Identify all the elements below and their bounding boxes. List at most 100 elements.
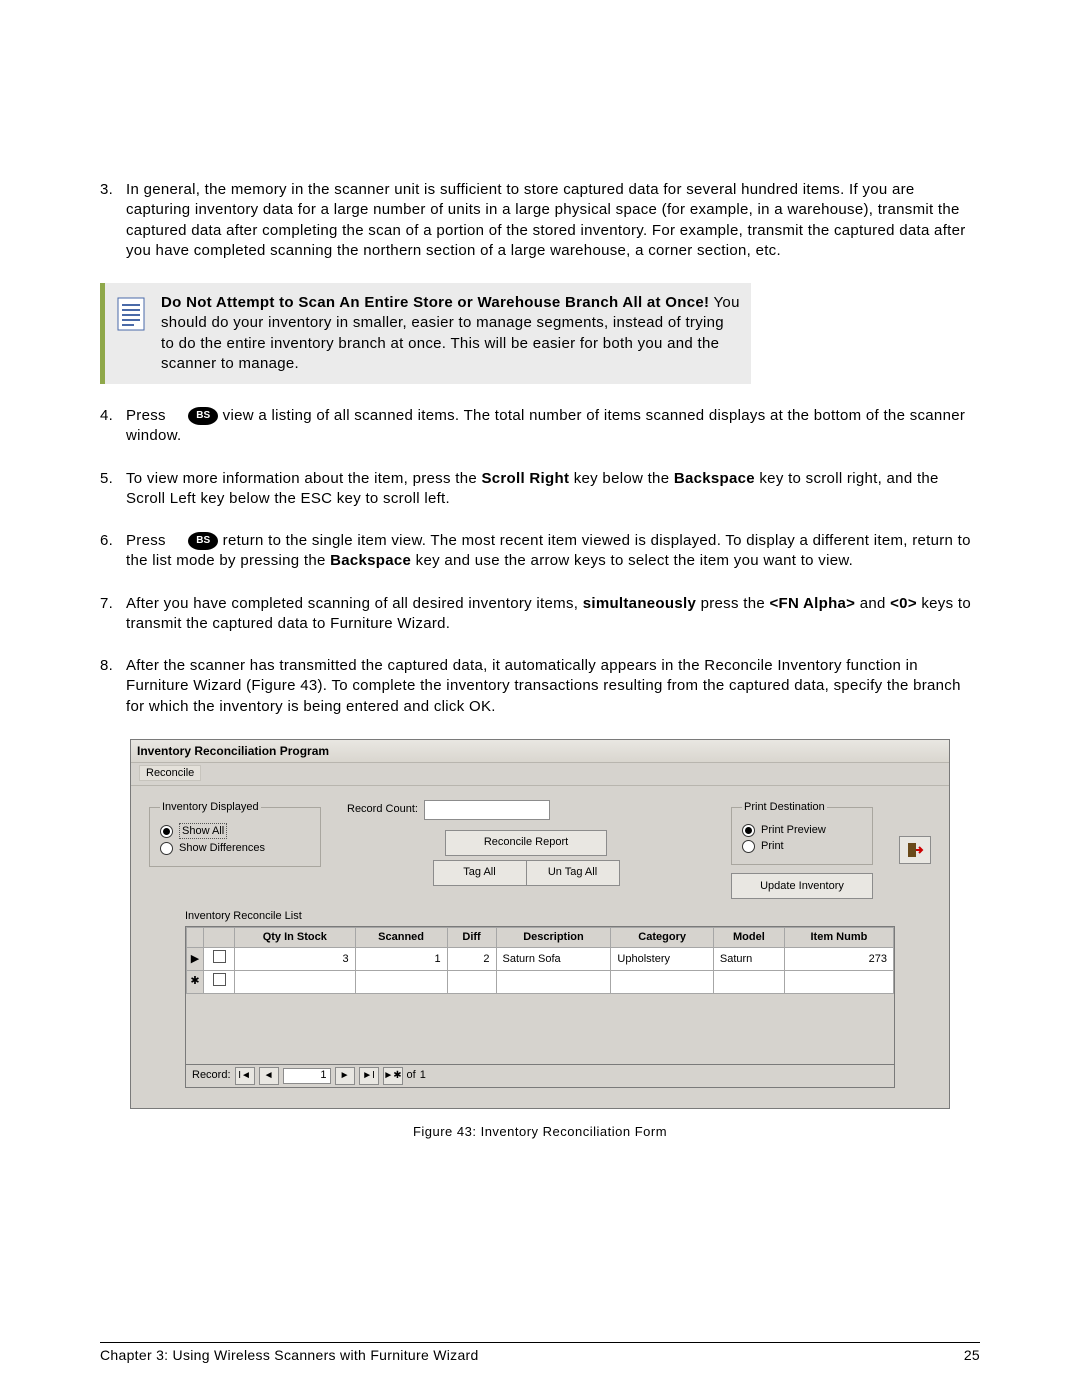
note-icon (117, 297, 145, 331)
bs-key-icon: BS (188, 532, 218, 550)
exit-button[interactable] (899, 836, 931, 864)
radio-icon (742, 824, 755, 837)
radio-label: Show All (179, 823, 227, 840)
cell-item-number: 273 (784, 948, 893, 971)
exit-door-icon (906, 841, 924, 859)
reconcile-window: Inventory Reconciliation Program Reconci… (130, 739, 950, 1109)
text: Backspace (330, 552, 411, 569)
text: view a listing of all scanned items. The… (126, 407, 965, 444)
groupbox-print-destination: Print Destination Print Preview Print (731, 800, 873, 866)
nav-current-record[interactable]: 1 (283, 1068, 331, 1084)
record-count-label: Record Count: (347, 802, 418, 817)
col-model[interactable]: Model (713, 928, 784, 948)
footer-page-number: 25 (964, 1347, 980, 1363)
untag-all-button[interactable]: Un Tag All (526, 860, 620, 886)
step-num: 8. (100, 656, 126, 717)
step-num: 4. (100, 406, 126, 447)
recnav-label: Record: (192, 1068, 231, 1083)
recnav-of: of (407, 1068, 416, 1083)
menu-reconcile[interactable]: Reconcile (139, 765, 201, 781)
note-text: Do Not Attempt to Scan An Entire Store o… (161, 289, 751, 378)
grid-empty-area (186, 994, 894, 1064)
text: To view more information about the item,… (126, 470, 481, 487)
col-category[interactable]: Category (611, 928, 713, 948)
table-row-new[interactable]: ✱ (187, 970, 894, 993)
menubar: Reconcile (131, 763, 949, 786)
text: and (855, 595, 890, 612)
window-title: Inventory Reconciliation Program (131, 740, 949, 763)
step-body: After you have completed scanning of all… (126, 594, 980, 635)
step-num: 3. (100, 180, 126, 261)
step-body: To view more information about the item,… (126, 469, 980, 510)
radio-show-differences[interactable]: Show Differences (160, 841, 310, 856)
nav-next-button[interactable]: ► (335, 1067, 355, 1085)
col-scanned[interactable]: Scanned (355, 928, 447, 948)
radio-icon (160, 825, 173, 838)
step-body: In general, the memory in the scanner un… (126, 180, 980, 261)
radio-icon (742, 840, 755, 853)
text: Press (126, 407, 170, 424)
col-qty[interactable]: Qty In Stock (235, 928, 356, 948)
radio-label: Print Preview (761, 823, 826, 838)
nav-prev-button[interactable]: ◄ (259, 1067, 279, 1085)
step-num: 5. (100, 469, 126, 510)
radio-label: Show Differences (179, 841, 265, 856)
nav-last-button[interactable]: ►I (359, 1067, 379, 1085)
reconcile-report-button[interactable]: Reconcile Report (445, 830, 607, 856)
recnav-total: 1 (420, 1068, 426, 1083)
figure-caption: Figure 43: Inventory Reconciliation Form (130, 1123, 950, 1141)
step-5: 5. To view more information about the it… (100, 469, 980, 510)
step-num: 7. (100, 594, 126, 635)
table-row[interactable]: ▶ 3 1 2 Saturn Sofa Upholstery Saturn 27… (187, 948, 894, 971)
text: <0> (890, 595, 917, 612)
col-description[interactable]: Description (496, 928, 611, 948)
note-lead: Do Not Attempt to Scan An Entire Store o… (161, 294, 709, 311)
text: Scroll Right (481, 470, 569, 487)
step-body: After the scanner has transmitted the ca… (126, 656, 980, 717)
text: simultaneously (583, 595, 696, 612)
radio-icon (160, 842, 173, 855)
cell-description: Saturn Sofa (496, 948, 611, 971)
record-count-input[interactable] (424, 800, 550, 820)
grid-tag-header (204, 928, 235, 948)
step-body: Press BS view a listing of all scanned i… (126, 406, 980, 447)
radio-label: Print (761, 839, 784, 854)
radio-print-preview[interactable]: Print Preview (742, 823, 862, 838)
cell-diff: 2 (447, 948, 496, 971)
group-legend: Print Destination (742, 800, 827, 815)
radio-show-all[interactable]: Show All (160, 823, 310, 840)
step-7: 7. After you have completed scanning of … (100, 594, 980, 635)
group-legend: Inventory Displayed (160, 800, 261, 815)
col-diff[interactable]: Diff (447, 928, 496, 948)
groupbox-inventory-displayed: Inventory Displayed Show All Show Differ… (149, 800, 321, 868)
reconcile-grid: Qty In Stock Scanned Diff Description Ca… (185, 926, 895, 1065)
text: Backspace (674, 470, 755, 487)
nav-new-button[interactable]: ►✱ (383, 1067, 403, 1085)
text: key below the (569, 470, 674, 487)
step-3: 3. In general, the memory in the scanner… (100, 180, 980, 261)
figure-43: Inventory Reconciliation Program Reconci… (130, 739, 950, 1140)
tag-all-button[interactable]: Tag All (433, 860, 526, 886)
col-item-number[interactable]: Item Numb (784, 928, 893, 948)
row-tag-checkbox[interactable] (204, 948, 235, 971)
step-4: 4. Press BS view a listing of all scanne… (100, 406, 980, 447)
grid-corner (187, 928, 204, 948)
text: <FN Alpha> (769, 595, 855, 612)
row-selector-icon: ▶ (187, 948, 204, 971)
radio-print[interactable]: Print (742, 839, 862, 854)
bs-key-icon: BS (188, 407, 218, 425)
footer-chapter: Chapter 3: Using Wireless Scanners with … (100, 1347, 479, 1363)
row-tag-checkbox[interactable] (204, 970, 235, 993)
step-6: 6. Press BS return to the single item vi… (100, 531, 980, 572)
cell-category: Upholstery (611, 948, 713, 971)
note-callout: Do Not Attempt to Scan An Entire Store o… (100, 283, 751, 384)
step-body: Press BS return to the single item view.… (126, 531, 980, 572)
text: Press (126, 532, 170, 549)
step-8: 8. After the scanner has transmitted the… (100, 656, 980, 717)
text: After you have completed scanning of all… (126, 595, 583, 612)
update-inventory-button[interactable]: Update Inventory (731, 873, 873, 899)
nav-first-button[interactable]: I◄ (235, 1067, 255, 1085)
step-num: 6. (100, 531, 126, 572)
cell-model: Saturn (713, 948, 784, 971)
page-footer: Chapter 3: Using Wireless Scanners with … (100, 1342, 980, 1363)
